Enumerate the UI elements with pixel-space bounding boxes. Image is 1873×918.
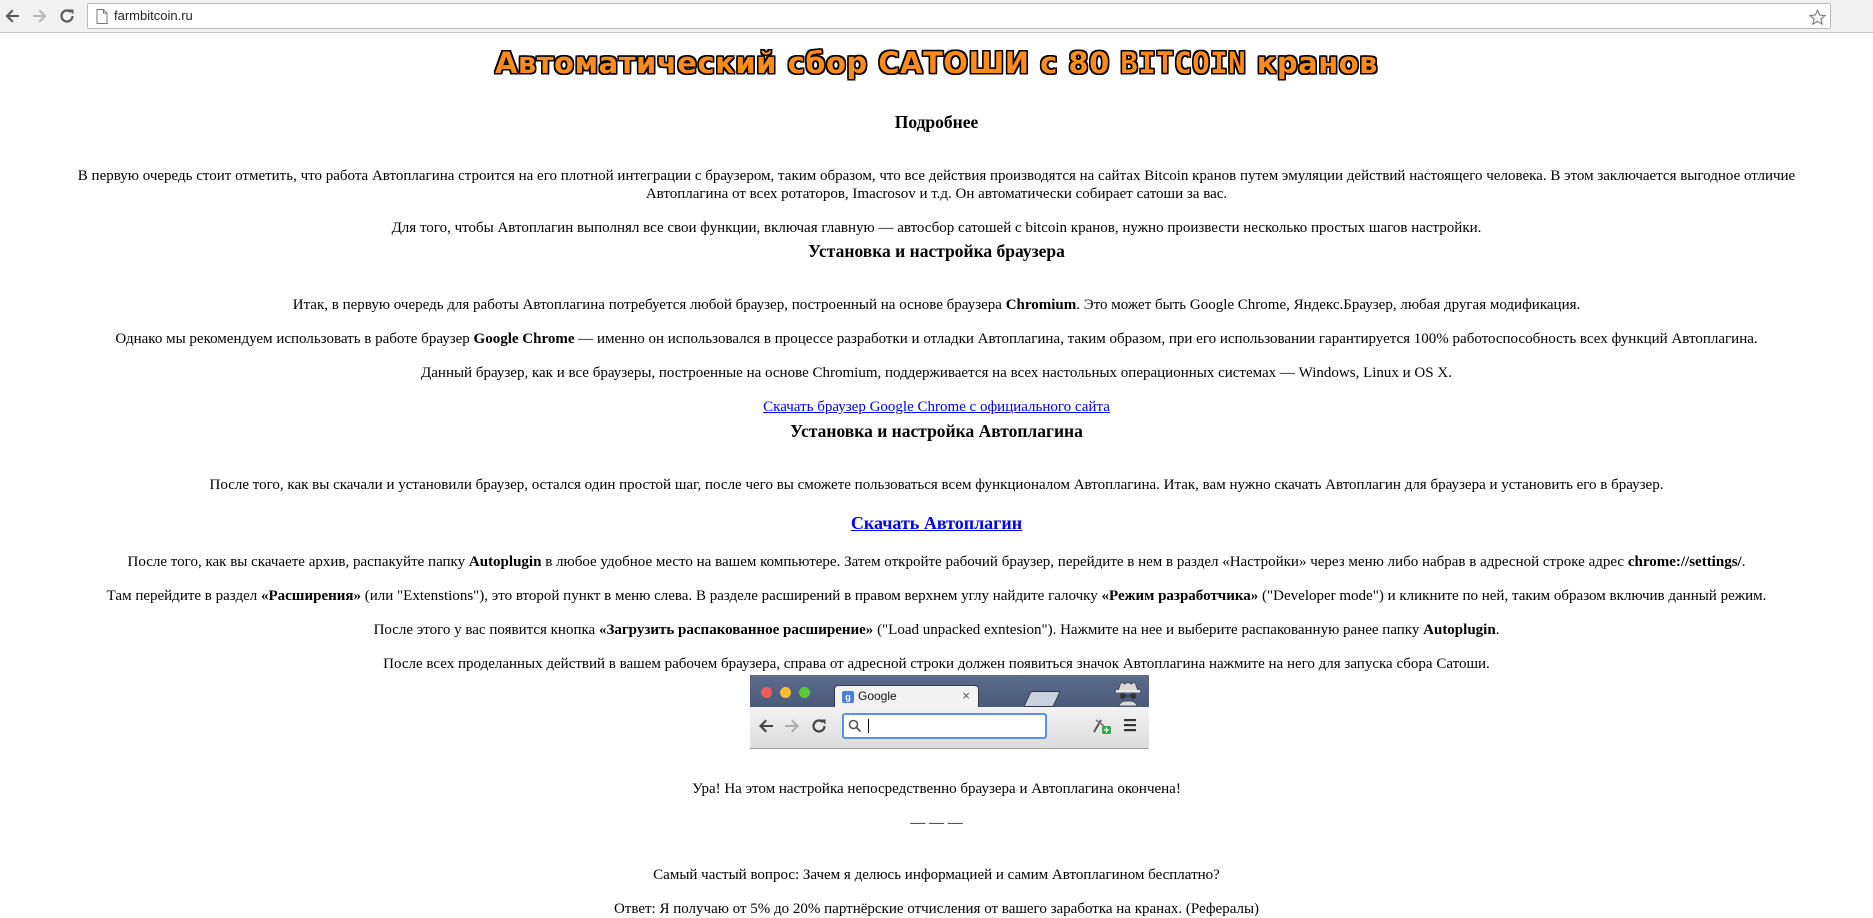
page-icon <box>96 9 108 24</box>
text: . <box>1495 622 1500 638</box>
text: После этого у вас появится кнопка <box>373 622 599 638</box>
section-title-details: Подробнее <box>894 112 979 132</box>
image-reload-icon <box>812 719 826 733</box>
text: в любое удобное место на вашем компьютер… <box>541 554 1628 570</box>
paragraph-faq-question: Самый частый вопрос: Зачем я делюсь инфо… <box>653 867 1220 883</box>
reload-icon <box>60 9 74 23</box>
bold-text: «Загрузить распакованное расширение» <box>598 622 874 638</box>
image-menu-icon <box>1124 719 1136 732</box>
paragraph-chromium: Итак, в первую очередь для работы Автопл… <box>0 296 1873 314</box>
new-tab-icon <box>1023 691 1061 707</box>
image-tab: g Google × <box>834 685 979 708</box>
bold-text: chrome://settings/ <box>1627 554 1742 570</box>
bookmark-star-button[interactable] <box>1802 4 1832 30</box>
tab-close-icon: × <box>962 688 970 703</box>
minimize-light-icon <box>780 687 791 698</box>
bold-text: Autoplugin <box>468 554 542 570</box>
bold-text: Autoplugin <box>1423 622 1496 638</box>
section-title-browser-setup: Установка и настройка браузера <box>808 241 1065 261</box>
text: Однако мы рекомендуем использовать в раб… <box>115 331 474 347</box>
page-content: Автоматический сбор САТОШИ с 80 BITCOIN … <box>0 33 1873 917</box>
paragraph-load-unpacked: После этого у вас появится кнопка «Загру… <box>0 621 1873 639</box>
chrome-download-paragraph: Скачать браузер Google Chrome с официаль… <box>0 398 1873 416</box>
url-text[interactable]: farmbitcoin.ru <box>114 8 193 23</box>
bold-text: Chromium <box>1005 297 1077 313</box>
bold-text: Google Chrome <box>473 331 575 347</box>
paragraph-faq-answer: Ответ: Я получаю от 5% до 20% партнёрски… <box>613 901 1260 917</box>
headline-bitcoin-word: BITCOIN <box>1120 46 1247 80</box>
text: ("Developer mode") и кликните по ней, та… <box>1258 588 1767 604</box>
browser-screenshot-image: g Google × <box>750 675 1149 749</box>
plugin-download-link[interactable]: Скачать Автоплагин <box>851 513 1022 533</box>
text: Там перейдите в раздел <box>106 588 261 604</box>
image-forward-icon <box>785 719 799 733</box>
forward-button[interactable] <box>27 4 51 28</box>
browser-toolbar: farmbitcoin.ru <box>0 0 1873 33</box>
paragraph-after-install: После того, как вы скачали и установили … <box>209 477 1664 493</box>
paragraph-unpack: После того, как вы скачаете архив, распа… <box>0 553 1873 571</box>
paragraph-extensions: Там перейдите в раздел «Расширения» (или… <box>0 587 1873 605</box>
paragraph-setup-done: Ура! На этом настройка непосредственно б… <box>692 781 1181 797</box>
chrome-download-link[interactable]: Скачать браузер Google Chrome с официаль… <box>763 399 1110 415</box>
text: . Это может быть Google Chrome, Яндекс.Б… <box>1076 297 1581 313</box>
paragraph-setup-steps: Для того, чтобы Автоплагин выполнял все … <box>391 220 1482 236</box>
paragraph-plugin-icon: После всех проделанных действий в вашем … <box>383 656 1490 672</box>
image-search-icon <box>848 719 862 733</box>
image-back-icon <box>759 719 773 733</box>
paragraph-intro-line1: В первую очередь стоит отметить, что раб… <box>77 168 1796 184</box>
maximize-light-icon <box>799 687 810 698</box>
star-icon <box>1808 8 1826 25</box>
text: ("Load unpacked exntesion"). Нажмите на … <box>873 622 1424 638</box>
paragraph-os-support: Данный браузер, как и все браузеры, пост… <box>421 365 1452 381</box>
bold-text: «Расширения» <box>260 588 362 604</box>
separator: — — — <box>910 815 963 831</box>
paragraph-chrome-recommend: Однако мы рекомендуем использовать в раб… <box>0 330 1873 348</box>
back-button[interactable] <box>1 4 25 28</box>
text: — именно он использовался в процессе раз… <box>574 331 1758 347</box>
paragraph-intro-line2: Автоплагина от всех ротаторов, Imacrosov… <box>645 186 1228 202</box>
back-arrow-icon <box>5 9 19 23</box>
image-tab-title: Google <box>858 689 897 703</box>
image-omnibox <box>842 713 1047 739</box>
page-headline: Автоматический сбор САТОШИ с 80 BITCOIN … <box>0 46 1873 80</box>
close-light-icon <box>761 687 772 698</box>
bold-text: «Режим разработчика» <box>1101 588 1259 604</box>
google-favicon-icon: g <box>842 691 854 703</box>
text: . <box>1741 554 1746 570</box>
address-bar[interactable]: farmbitcoin.ru <box>87 3 1831 29</box>
image-text-caret <box>868 719 869 733</box>
headline-text: Автоматический сбор САТОШИ с 80 <box>494 46 1121 80</box>
autoplugin-extension-icon <box>1093 719 1111 734</box>
reload-button[interactable] <box>55 4 79 28</box>
forward-arrow-icon <box>33 9 47 23</box>
text: (или "Extenstions"), это второй пункт в … <box>361 588 1102 604</box>
incognito-icon <box>1116 681 1140 706</box>
image-tabstrip: g Google × <box>750 675 1149 708</box>
text: Итак, в первую очередь для работы Автопл… <box>292 297 1006 313</box>
headline-text-end: кранов <box>1246 46 1379 80</box>
plugin-download-paragraph: Скачать Автоплагин <box>0 513 1873 534</box>
text: После того, как вы скачаете архив, распа… <box>127 554 469 570</box>
image-toolbar <box>750 707 1149 749</box>
section-title-plugin-setup: Установка и настройка Автоплагина <box>790 421 1083 441</box>
